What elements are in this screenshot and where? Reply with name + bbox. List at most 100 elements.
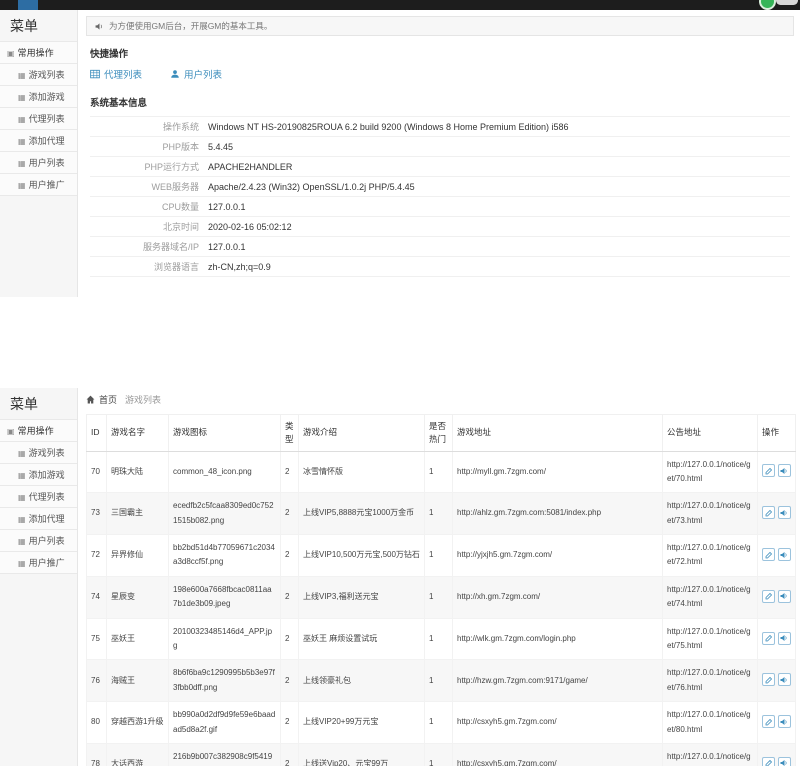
column-header[interactable]: 游戏图标 xyxy=(169,415,281,452)
table-row: 76 海贼王 8b6f6ba9c1290995b5b3e97f3fbb0dff.… xyxy=(87,660,796,702)
sysinfo-row: 北京时间 2020-02-16 05:02:12 xyxy=(90,217,790,237)
cell-notice-url[interactable]: http://127.0.0.1/notice/get/72.html xyxy=(663,535,758,577)
announce-button[interactable] xyxy=(778,673,791,686)
announce-button[interactable] xyxy=(778,590,791,603)
sidebar-bottom: 菜单 ▣常用操作 ▦游戏列表 ▦添加游戏 xyxy=(0,388,78,766)
sidebar-item[interactable]: ▦代理列表 xyxy=(0,107,77,129)
sysinfo-row: PHP运行方式 APACHE2HANDLER xyxy=(90,157,790,177)
cell-notice-url[interactable]: http://127.0.0.1/notice/get/73.html xyxy=(663,493,758,535)
table-icon xyxy=(90,69,100,79)
sidebar-item[interactable]: ▦用户列表 xyxy=(0,151,77,173)
quick-link-user-list[interactable]: 用户列表 xyxy=(170,67,222,81)
quick-link-agent-list[interactable]: 代理列表 xyxy=(90,67,142,81)
sidebar-item[interactable]: ▦添加代理 xyxy=(0,129,77,151)
sidebar-item[interactable]: ▦代理列表 xyxy=(0,485,77,507)
cell-game-url[interactable]: http://hzw.gm.7zgm.com:9171/game/ xyxy=(453,660,663,702)
sysinfo-label: 北京时间 xyxy=(90,220,208,233)
bullhorn-icon xyxy=(780,551,788,559)
announce-button[interactable] xyxy=(778,506,791,519)
cell-game-name: 明珠大陆 xyxy=(107,451,169,493)
cell-game-type: 2 xyxy=(281,660,299,702)
announce-button[interactable] xyxy=(778,464,791,477)
column-header[interactable]: 公告地址 xyxy=(663,415,758,452)
cell-notice-url[interactable]: http://127.0.0.1/notice/get/78.html xyxy=(663,743,758,766)
sidebar-section-common[interactable]: ▣常用操作 xyxy=(0,41,77,63)
sidebar-item[interactable]: ▦添加游戏 xyxy=(0,463,77,485)
section-dashboard: 菜单 ▣常用操作 ▦游戏列表 ▦添加游戏 xyxy=(0,0,800,297)
column-header[interactable]: 是否热门 xyxy=(425,415,453,452)
sidebar-section-common[interactable]: ▣常用操作 xyxy=(0,419,77,441)
column-header[interactable]: 类型 xyxy=(281,415,299,452)
edit-button[interactable] xyxy=(762,590,775,603)
game-table-body: 70 明珠大陆 common_48_icon.png 2 冰雪情怀版 1 htt… xyxy=(87,451,796,766)
sidebar-menu: ▣常用操作 ▦游戏列表 ▦添加游戏 xyxy=(0,41,77,196)
column-header[interactable]: 游戏名字 xyxy=(107,415,169,452)
cell-game-name: 异界修仙 xyxy=(107,535,169,577)
cell-game-hot: 1 xyxy=(425,451,453,493)
cell-game-id: 80 xyxy=(87,702,107,744)
cell-game-intro: 上线VIP10,500万元宝,500万钻石 xyxy=(299,535,425,577)
list-icon: ▦ xyxy=(18,115,26,124)
announce-button[interactable] xyxy=(778,548,791,561)
cell-game-url[interactable]: http://myll.gm.7zgm.com/ xyxy=(453,451,663,493)
announce-button[interactable] xyxy=(778,757,791,766)
announcement-bar: 为方便使用GM后台，开展GM的基本工具。 xyxy=(86,16,794,36)
edit-button[interactable] xyxy=(762,673,775,686)
sidebar-item[interactable]: ▦游戏列表 xyxy=(0,63,77,85)
announce-button[interactable] xyxy=(778,715,791,728)
cell-actions xyxy=(758,493,796,535)
folder-icon: ▣ xyxy=(7,427,15,436)
list-icon: ▦ xyxy=(18,93,26,102)
edit-button[interactable] xyxy=(762,548,775,561)
cell-actions xyxy=(758,618,796,660)
column-header[interactable]: ID xyxy=(87,415,107,452)
sysinfo-label: PHP版本 xyxy=(90,140,208,153)
cell-game-type: 2 xyxy=(281,702,299,744)
edit-button[interactable] xyxy=(762,464,775,477)
table-row: 73 三国霸主 ecedfb2c5fcaa8309ed0c7521515b082… xyxy=(87,493,796,535)
column-header[interactable]: 操作 xyxy=(758,415,796,452)
cell-notice-url[interactable]: http://127.0.0.1/notice/get/80.html xyxy=(663,702,758,744)
edit-button[interactable] xyxy=(762,506,775,519)
column-header[interactable]: 游戏介绍 xyxy=(299,415,425,452)
cell-notice-url[interactable]: http://127.0.0.1/notice/get/75.html xyxy=(663,618,758,660)
sidebar-item[interactable]: ▦用户推广 xyxy=(0,551,77,574)
cell-game-hot: 1 xyxy=(425,535,453,577)
column-header[interactable]: 游戏地址 xyxy=(453,415,663,452)
sidebar-item[interactable]: ▦游戏列表 xyxy=(0,441,77,463)
announce-button[interactable] xyxy=(778,632,791,645)
sysinfo-value: 5.4.45 xyxy=(208,142,233,152)
sidebar-item[interactable]: ▦用户推广 xyxy=(0,173,77,196)
edit-button[interactable] xyxy=(762,757,775,766)
cell-game-id: 73 xyxy=(87,493,107,535)
cell-game-url[interactable]: http://xh.gm.7zgm.com/ xyxy=(453,576,663,618)
cell-game-url[interactable]: http://wlk.gm.7zgm.com/login.php xyxy=(453,618,663,660)
cell-game-id: 78 xyxy=(87,743,107,766)
speaker-icon xyxy=(95,22,104,31)
user-icon xyxy=(170,69,180,79)
edit-button[interactable] xyxy=(762,632,775,645)
sidebar-title: 菜单 xyxy=(0,10,77,41)
sysinfo-label: PHP运行方式 xyxy=(90,160,208,173)
cell-game-url[interactable]: http://csxyh5.gm.7zgm.com/ xyxy=(453,702,663,744)
cell-game-url[interactable]: http://csxyh5.gm.7zgm.com/ xyxy=(453,743,663,766)
cell-game-id: 70 xyxy=(87,451,107,493)
cell-game-type: 2 xyxy=(281,576,299,618)
edit-button[interactable] xyxy=(762,715,775,728)
cell-notice-url[interactable]: http://127.0.0.1/notice/get/70.html xyxy=(663,451,758,493)
cell-notice-url[interactable]: http://127.0.0.1/notice/get/74.html xyxy=(663,576,758,618)
game-table-header-row: ID游戏名字游戏图标类型游戏介绍是否热门游戏地址公告地址操作 xyxy=(87,415,796,452)
sidebar-item[interactable]: ▦用户列表 xyxy=(0,529,77,551)
cell-actions xyxy=(758,451,796,493)
cell-game-id: 72 xyxy=(87,535,107,577)
sysinfo-row: 服务器域名/IP 127.0.0.1 xyxy=(90,237,790,257)
sidebar-item[interactable]: ▦添加游戏 xyxy=(0,85,77,107)
sidebar-item[interactable]: ▦添加代理 xyxy=(0,507,77,529)
cell-notice-url[interactable]: http://127.0.0.1/notice/get/76.html xyxy=(663,660,758,702)
cell-game-url[interactable]: http://yjxjh5.gm.7zgm.com/ xyxy=(453,535,663,577)
table-row: 75 巫妖王 20100323485146d4_APP.jpg 2 巫妖王 麻烦… xyxy=(87,618,796,660)
sysinfo-row: 操作系统 Windows NT HS-20190825ROUA 6.2 buil… xyxy=(90,117,790,137)
cell-game-url[interactable]: http://ahlz.gm.7zgm.com:5081/index.php xyxy=(453,493,663,535)
breadcrumb-home-link[interactable]: 首页 xyxy=(99,393,117,406)
sysinfo-title: 系统基本信息 xyxy=(90,95,790,109)
